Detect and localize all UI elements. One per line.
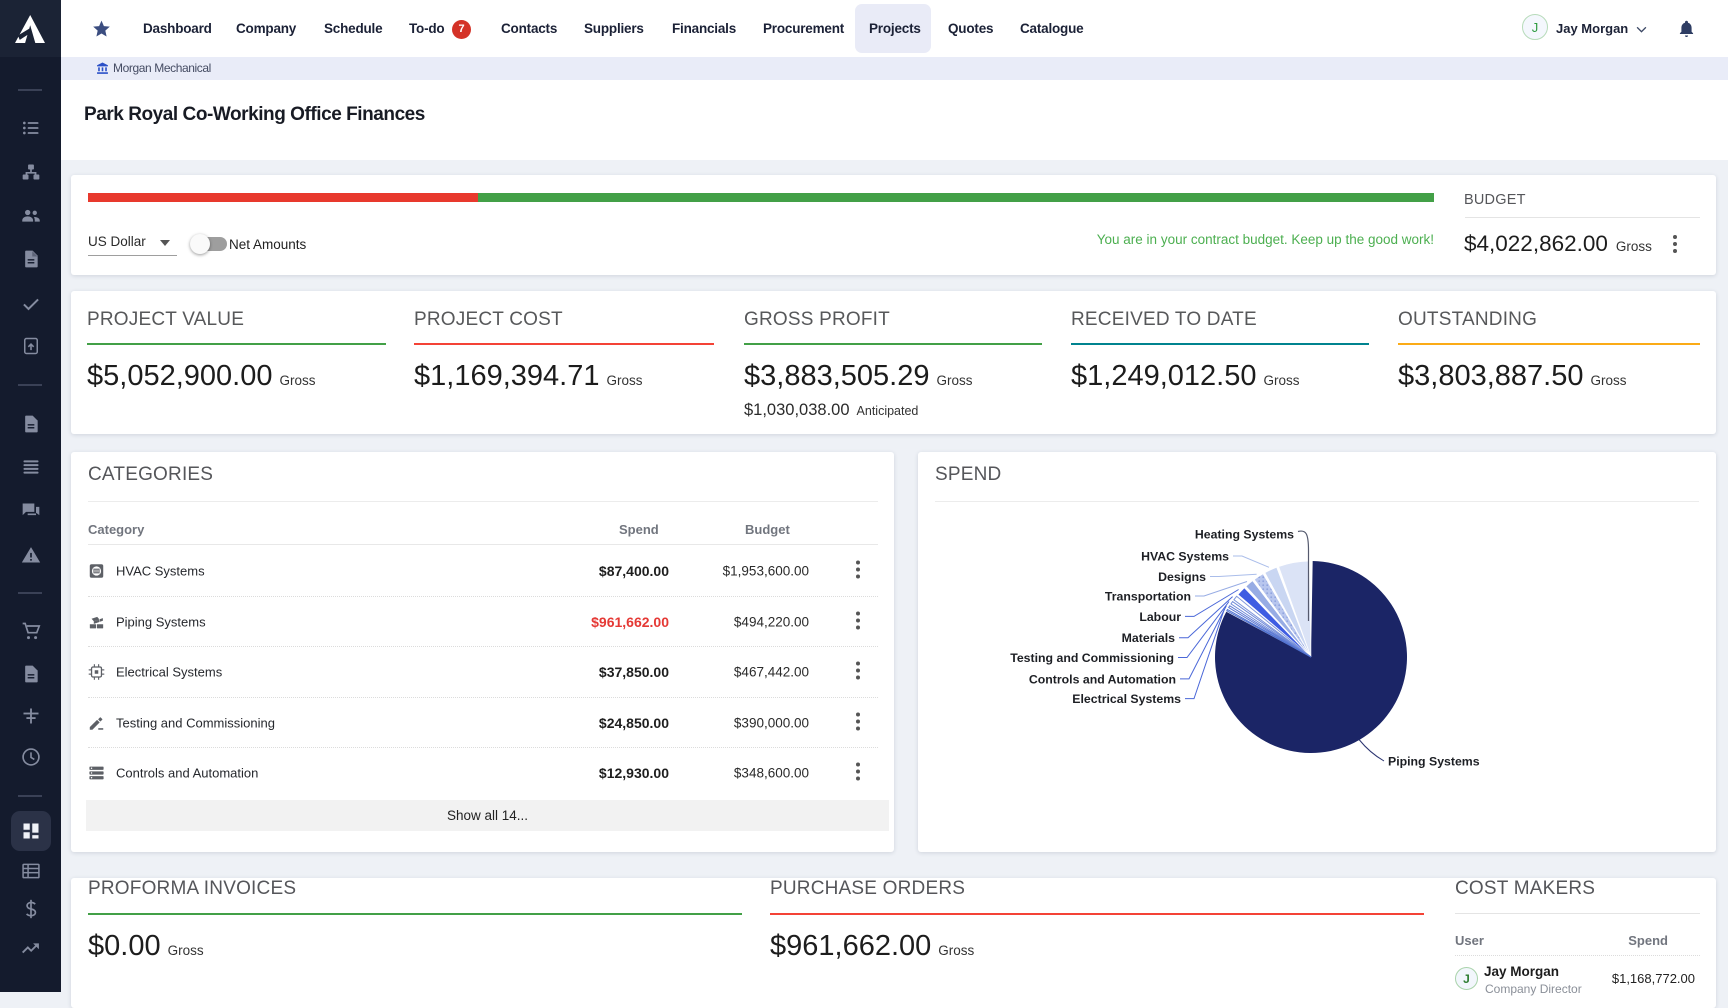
svg-text:Piping Systems: Piping Systems [1388,755,1480,769]
svg-text:Heating Systems: Heating Systems [1195,528,1294,542]
svg-text:Labour: Labour [1139,610,1181,624]
svg-text:Transportation: Transportation [1105,590,1191,604]
svg-text:Electrical Systems: Electrical Systems [1072,692,1181,706]
svg-text:Testing and Commissioning: Testing and Commissioning [1010,651,1174,665]
svg-text:HVAC Systems: HVAC Systems [1141,550,1229,564]
svg-text:Controls and Automation: Controls and Automation [1029,672,1176,686]
svg-text:Materials: Materials [1122,631,1175,645]
svg-text:Designs: Designs [1158,570,1206,584]
